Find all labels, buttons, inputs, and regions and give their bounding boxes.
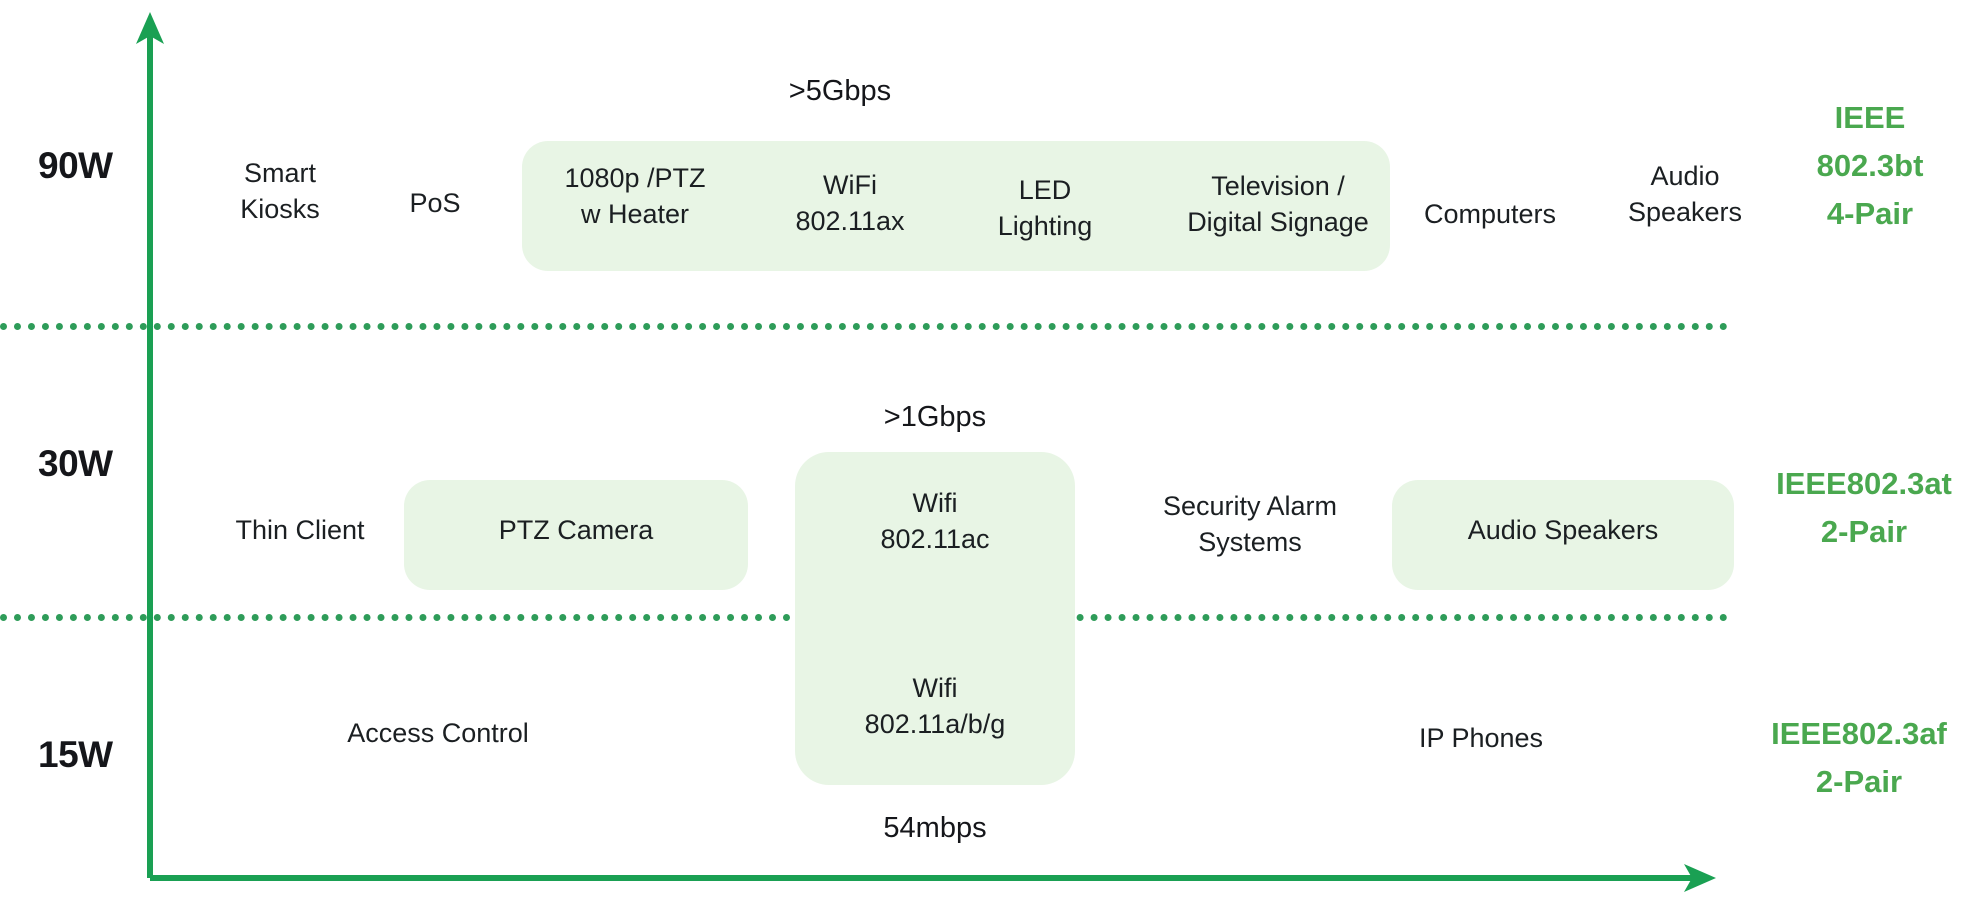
device-1080p-ptz-heater: 1080p /PTZ w Heater: [530, 160, 740, 232]
standard-line: IEEE: [1834, 100, 1906, 135]
device-television-digital-signage: Television / Digital Signage: [1158, 168, 1398, 240]
device-line: 802.11ax: [795, 206, 905, 237]
device-line: Smart: [243, 158, 316, 188]
device-smart-kiosks: Smart Kiosks: [190, 155, 370, 227]
tier-label-90w: 90W: [38, 145, 113, 186]
device-line: 802.11a/b/g: [864, 709, 1006, 740]
device-line: Audio Speakers: [1467, 515, 1659, 545]
device-audio-speakers-30w: Audio Speakers: [1392, 512, 1734, 548]
standard-label-ieee8023at: IEEE802.3at 2-Pair: [1745, 460, 1982, 556]
device-wifi-80211ac: Wifi 802.11ac: [805, 485, 1065, 557]
standard-label-ieee8023bt: IEEE 802.3bt 4-Pair: [1760, 94, 1980, 238]
device-ip-phones: IP Phones: [1370, 720, 1592, 756]
device-line: WiFi: [823, 170, 877, 200]
device-access-control: Access Control: [318, 715, 558, 751]
device-line: Speakers: [1627, 197, 1743, 228]
device-line: Lighting: [997, 211, 1093, 242]
standard-line: 2-Pair: [1815, 764, 1903, 800]
device-wifi-80211abg: Wifi 802.11a/b/g: [805, 670, 1065, 742]
device-line: IP Phones: [1418, 723, 1544, 753]
standard-line: 2-Pair: [1820, 514, 1908, 550]
device-line: Wifi: [912, 488, 958, 518]
device-line: Kiosks: [240, 194, 320, 225]
device-pos: PoS: [365, 185, 505, 221]
device-line: w Heater: [580, 199, 690, 230]
device-line: PTZ Camera: [498, 515, 654, 545]
device-thin-client: Thin Client: [190, 512, 410, 548]
device-line: Wifi: [912, 673, 958, 703]
device-audio-speakers-90w: Audio Speakers: [1585, 158, 1785, 230]
tier-label-15w: 15W: [38, 734, 113, 775]
standard-line: 802.3bt: [1816, 148, 1924, 184]
device-line: 1080p /PTZ: [564, 163, 706, 193]
tier-divider-90w-30w: [0, 323, 1728, 330]
speed-annotation-bottom: 54mbps: [883, 812, 987, 844]
device-ptz-camera: PTZ Camera: [404, 512, 748, 548]
device-line: 802.11ac: [880, 524, 990, 555]
standard-line: 4-Pair: [1826, 196, 1914, 232]
standard-line: IEEE802.3at: [1776, 466, 1952, 501]
speed-annotation-mid: >1Gbps: [883, 401, 987, 433]
power-axis-arrow-up: [136, 12, 164, 44]
device-line: Systems: [1198, 527, 1302, 558]
device-line: PoS: [409, 188, 461, 218]
device-line: Access Control: [347, 718, 529, 748]
device-wifi-80211ax: WiFi 802.11ax: [760, 167, 940, 239]
device-led-lighting: LED Lighting: [955, 172, 1135, 244]
standard-line: IEEE802.3af: [1771, 716, 1947, 751]
device-line: Audio: [1650, 161, 1720, 191]
device-line: LED: [1018, 175, 1072, 205]
device-line: Television /: [1211, 171, 1345, 201]
device-line: Security Alarm: [1162, 491, 1338, 521]
poe-tier-diagram: 90W 30W 15W >5Gbps >1Gbps 54mbps Smart K…: [0, 0, 1982, 901]
device-security-alarm-systems: Security Alarm Systems: [1128, 488, 1372, 560]
standard-label-ieee8023af: IEEE802.3af 2-Pair: [1738, 710, 1980, 806]
device-line: Computers: [1423, 199, 1557, 229]
bandwidth-axis-arrow-right: [1684, 864, 1716, 892]
tier-label-30w: 30W: [38, 443, 113, 484]
speed-annotation-top: >5Gbps: [788, 75, 892, 107]
device-line: Thin Client: [235, 515, 365, 545]
device-line: Digital Signage: [1187, 207, 1369, 238]
device-computers: Computers: [1380, 196, 1600, 232]
